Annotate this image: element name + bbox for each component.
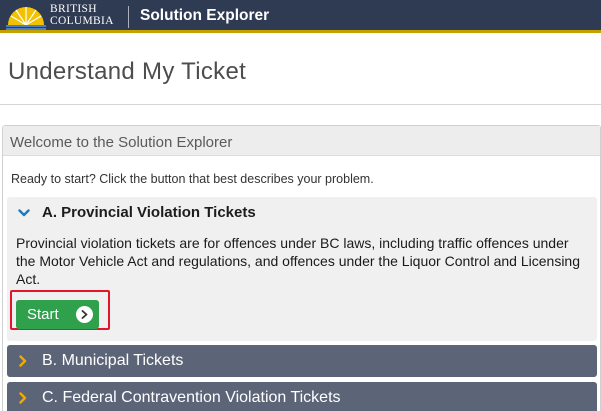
- start-button-label: Start: [27, 306, 59, 323]
- chevron-right-icon: [19, 355, 27, 367]
- section-provincial: A. Provincial Violation Tickets Provinci…: [7, 197, 597, 341]
- logo-line-2: COLUMBIA: [50, 15, 114, 27]
- chevron-down-icon[interactable]: [18, 209, 30, 217]
- chevron-right-icon: [19, 392, 27, 404]
- sun-logo-icon: [6, 7, 46, 30]
- logo-text: BRITISH COLUMBIA: [50, 3, 114, 27]
- section-municipal-label: B. Municipal Tickets: [42, 352, 184, 369]
- page-title: Understand My Ticket: [8, 58, 247, 85]
- panel-heading: Welcome to the Solution Explorer: [10, 134, 233, 151]
- panel-header: Welcome to the Solution Explorer: [3, 126, 600, 156]
- title-divider: [0, 104, 601, 105]
- bc-logo[interactable]: BRITISH COLUMBIA: [6, 1, 124, 31]
- section-provincial-description: Provincial violation tickets are for off…: [16, 235, 581, 287]
- intro-text: Ready to start? Click the button that be…: [11, 172, 374, 186]
- header-divider: [128, 6, 129, 28]
- top-bar: BRITISH COLUMBIA Solution Explorer: [0, 0, 601, 33]
- section-municipal[interactable]: B. Municipal Tickets: [7, 345, 597, 377]
- logo-line-1: BRITISH: [50, 3, 97, 15]
- section-federal-label: C. Federal Contravention Violation Ticke…: [42, 389, 341, 406]
- start-button[interactable]: Start: [16, 300, 99, 329]
- chevron-right-circle-icon: [76, 306, 93, 323]
- section-federal[interactable]: C. Federal Contravention Violation Ticke…: [7, 382, 597, 411]
- solution-explorer-panel: Welcome to the Solution Explorer Ready t…: [2, 125, 601, 411]
- section-provincial-header[interactable]: A. Provincial Violation Tickets: [42, 204, 256, 221]
- app-title[interactable]: Solution Explorer: [140, 7, 269, 25]
